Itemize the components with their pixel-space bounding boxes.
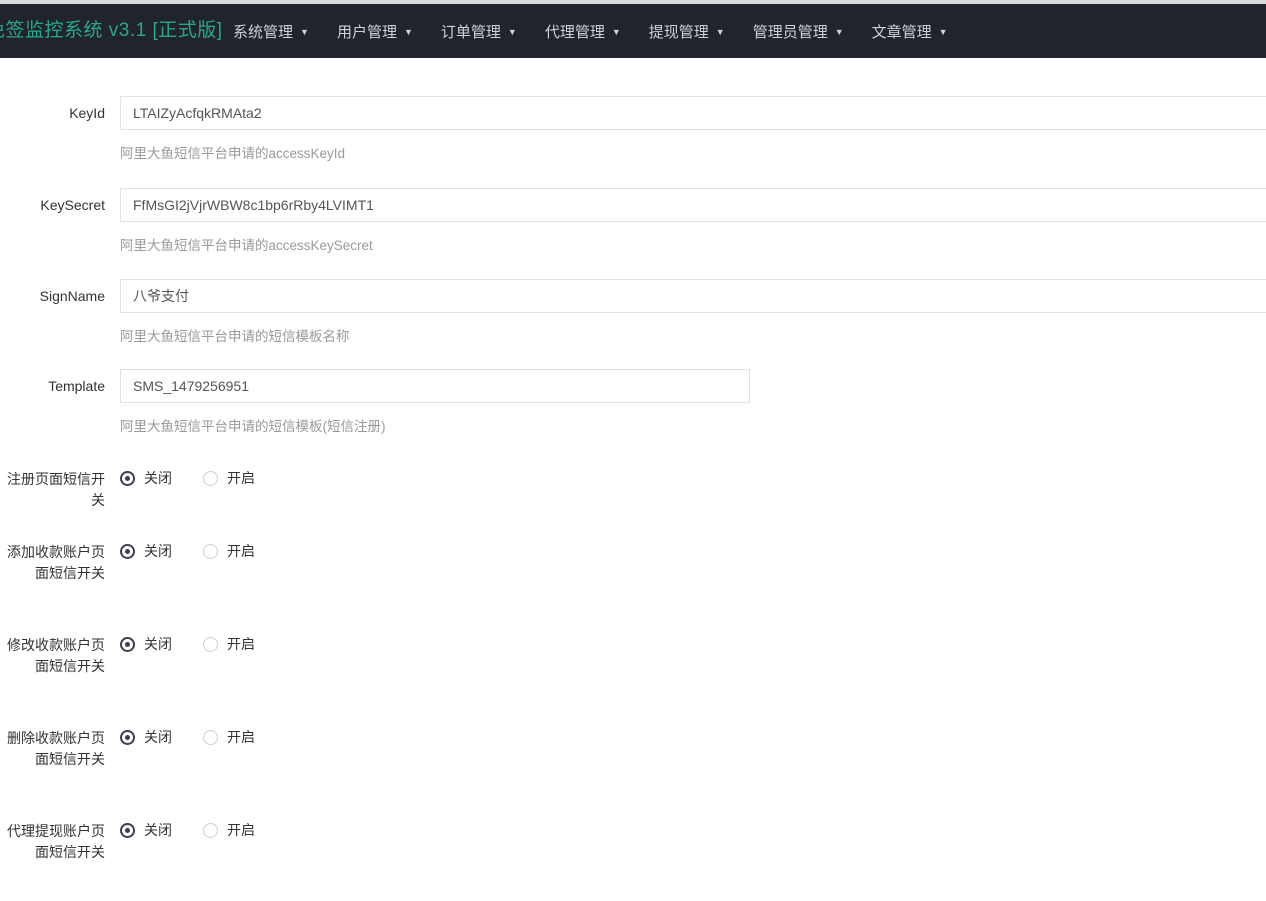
- input-keysecret[interactable]: [120, 188, 1266, 222]
- radio-group-control-2: 关闭 开启: [120, 541, 286, 561]
- nav-item-3[interactable]: 订单管理 ▼: [427, 4, 531, 58]
- radio-group-control-1: 关闭 开启: [120, 468, 286, 488]
- radio-group-control-3: 关闭 开启: [120, 634, 286, 654]
- radio-option-2-2[interactable]: 开启: [203, 541, 255, 561]
- radio-circle-icon[interactable]: [203, 637, 218, 652]
- radio-circle-icon[interactable]: [120, 730, 135, 745]
- nav-menu: 系统管理 ▼ 用户管理 ▼ 订单管理 ▼ 代理管理 ▼ 提现管理 ▼ 管理员管理 ▼ 文章管理 ▼: [219, 4, 962, 58]
- field-label-keyid: KeyId: [0, 103, 105, 123]
- help-text-keyid: 阿里大鱼短信平台申请的accessKeyId: [120, 144, 1266, 163]
- radio-option-3-2[interactable]: 开启: [203, 634, 255, 654]
- field-label-template: Template: [0, 376, 105, 396]
- radio-group-control-5: 关闭 开启: [120, 820, 286, 840]
- radio-group-label-1: 注册页面短信开关: [0, 469, 105, 511]
- help-text-signname: 阿里大鱼短信平台申请的短信模板名称: [120, 327, 1266, 346]
- radio-option-label: 关闭: [144, 541, 172, 561]
- radio-group-label-5: 代理提现账户页面短信开关: [0, 821, 105, 863]
- chevron-down-icon: ▼: [300, 28, 309, 37]
- radio-circle-icon[interactable]: [120, 471, 135, 486]
- nav-item-label: 用户管理: [337, 21, 397, 42]
- radio-option-5-2[interactable]: 开启: [203, 820, 255, 840]
- radio-option-label: 开启: [227, 727, 255, 747]
- radio-group-control-4: 关闭 开启: [120, 727, 286, 747]
- radio-group-label-4: 删除收款账户页面短信开关: [0, 728, 105, 770]
- chevron-down-icon: ▼: [508, 28, 517, 37]
- radio-option-4-1[interactable]: 关闭: [120, 727, 172, 747]
- input-signname[interactable]: [120, 279, 1266, 313]
- nav-item-6[interactable]: 管理员管理 ▼: [739, 4, 858, 58]
- field-control-keyid: 阿里大鱼短信平台申请的accessKeyId: [120, 96, 1266, 163]
- radio-option-1-1[interactable]: 关闭: [120, 468, 172, 488]
- radio-circle-icon[interactable]: [203, 823, 218, 838]
- radio-circle-icon[interactable]: [203, 471, 218, 486]
- radio-option-3-1[interactable]: 关闭: [120, 634, 172, 654]
- nav-item-2[interactable]: 用户管理 ▼: [323, 4, 427, 58]
- nav-item-label: 文章管理: [872, 21, 932, 42]
- field-label-signname: SignName: [0, 286, 105, 306]
- field-label-keysecret: KeySecret: [0, 195, 105, 215]
- radio-option-1-2[interactable]: 开启: [203, 468, 255, 488]
- top-navbar: 免签监控系统 v3.1 [正式版] 系统管理▼用户管理▼订单管理▼代理管理▼提现…: [0, 4, 1266, 58]
- radio-row: 关闭 开启: [120, 468, 286, 488]
- nav-item-label: 系统管理: [233, 21, 293, 42]
- radio-circle-icon[interactable]: [120, 823, 135, 838]
- chevron-down-icon: ▼: [716, 28, 725, 37]
- radio-option-label: 开启: [227, 468, 255, 488]
- radio-group-label-2: 添加收款账户页面短信开关: [0, 542, 105, 584]
- chevron-down-icon: ▼: [835, 28, 844, 37]
- nav-item-4[interactable]: 代理管理 ▼: [531, 4, 635, 58]
- radio-option-2-1[interactable]: 关闭: [120, 541, 172, 561]
- nav-item-5[interactable]: 提现管理 ▼: [635, 4, 739, 58]
- radio-row: 关闭 开启: [120, 820, 286, 840]
- nav-item-label: 代理管理: [545, 21, 605, 42]
- radio-option-5-1[interactable]: 关闭: [120, 820, 172, 840]
- brand-title[interactable]: 免签监控系统 v3.1 [正式版]: [0, 18, 223, 44]
- radio-circle-icon[interactable]: [203, 544, 218, 559]
- radio-option-label: 开启: [227, 820, 255, 840]
- radio-circle-icon[interactable]: [203, 730, 218, 745]
- help-text-keysecret: 阿里大鱼短信平台申请的accessKeySecret: [120, 236, 1266, 255]
- nav-item-7[interactable]: 文章管理 ▼: [858, 4, 962, 58]
- radio-option-4-2[interactable]: 开启: [203, 727, 255, 747]
- field-control-template: 阿里大鱼短信平台申请的短信模板(短信注册): [120, 369, 750, 436]
- radio-option-label: 关闭: [144, 468, 172, 488]
- chevron-down-icon: ▼: [939, 28, 948, 37]
- radio-group-label-3: 修改收款账户页面短信开关: [0, 635, 105, 677]
- radio-option-label: 关闭: [144, 820, 172, 840]
- radio-circle-icon[interactable]: [120, 544, 135, 559]
- nav-item-label: 管理员管理: [753, 21, 828, 42]
- input-template[interactable]: [120, 369, 750, 403]
- radio-option-label: 关闭: [144, 634, 172, 654]
- radio-row: 关闭 开启: [120, 727, 286, 747]
- input-keyid[interactable]: [120, 96, 1266, 130]
- nav-item-label: 提现管理: [649, 21, 709, 42]
- nav-item-label: 订单管理: [441, 21, 501, 42]
- radio-circle-icon[interactable]: [120, 637, 135, 652]
- chevron-down-icon: ▼: [612, 28, 621, 37]
- nav-item-1[interactable]: 系统管理 ▼: [219, 4, 323, 58]
- help-text-template: 阿里大鱼短信平台申请的短信模板(短信注册): [120, 417, 750, 436]
- radio-row: 关闭 开启: [120, 541, 286, 561]
- radio-option-label: 开启: [227, 634, 255, 654]
- chevron-down-icon: ▼: [404, 28, 413, 37]
- field-control-signname: 阿里大鱼短信平台申请的短信模板名称: [120, 279, 1266, 346]
- radio-option-label: 关闭: [144, 727, 172, 747]
- radio-option-label: 开启: [227, 541, 255, 561]
- field-control-keysecret: 阿里大鱼短信平台申请的accessKeySecret: [120, 188, 1266, 255]
- radio-row: 关闭 开启: [120, 634, 286, 654]
